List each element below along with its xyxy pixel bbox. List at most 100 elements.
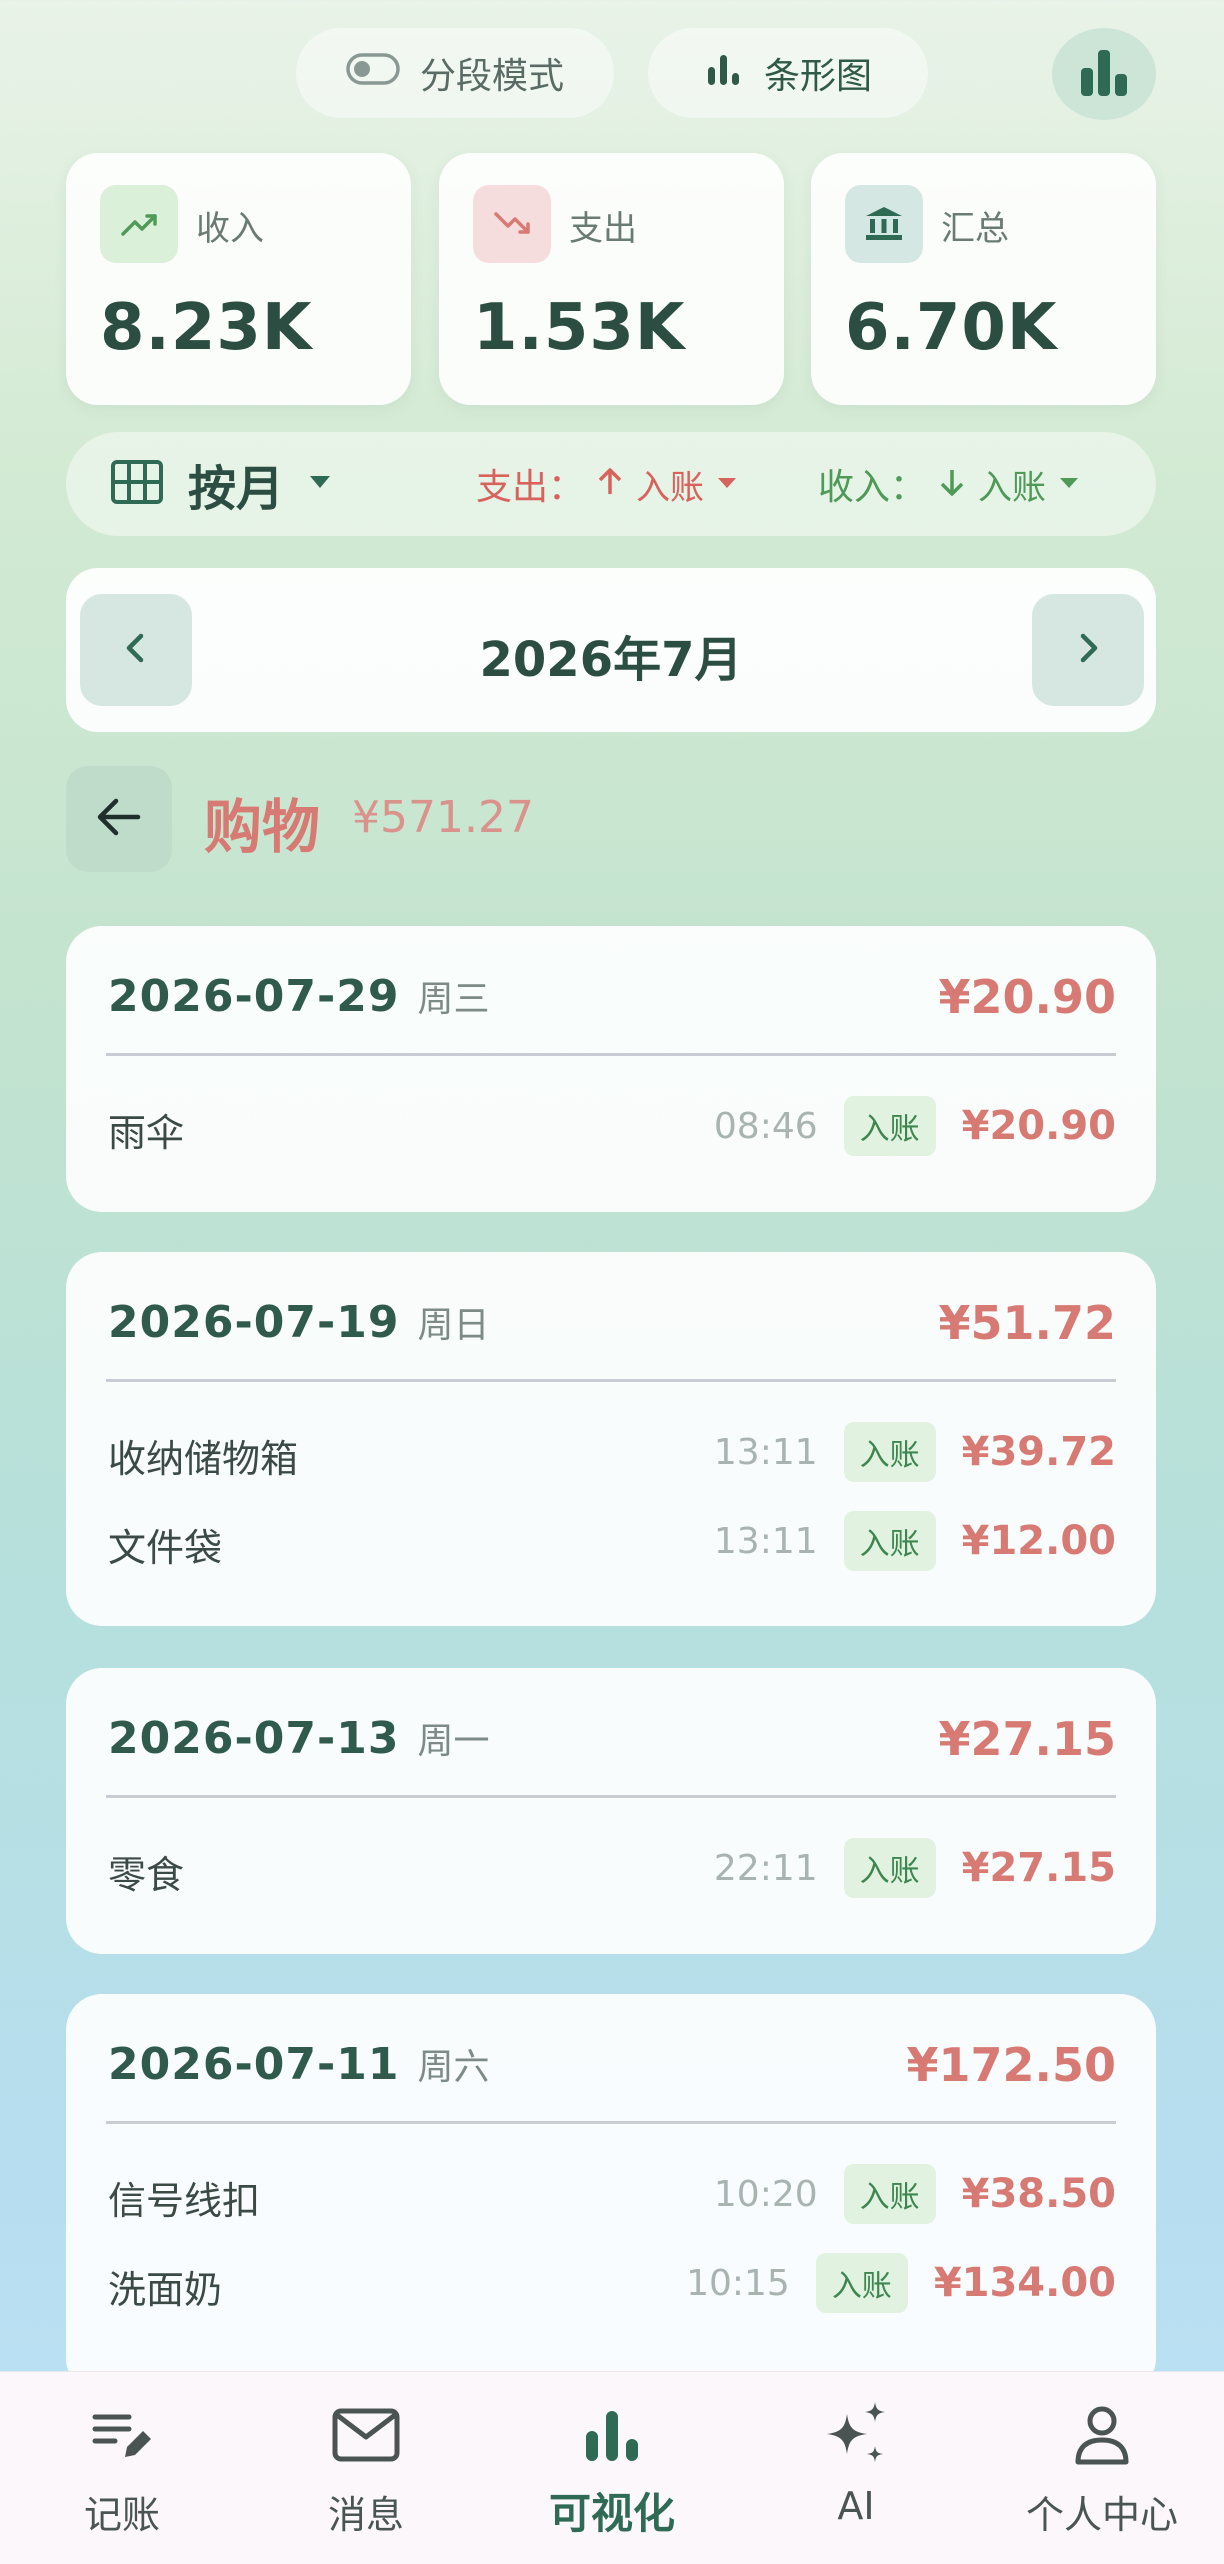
total-label: 汇总 [941, 209, 1009, 249]
income-filter-value: 入账 [978, 467, 1047, 508]
expense-filter[interactable]: 支出： 入账 [476, 454, 738, 514]
trending-down-icon [473, 185, 551, 263]
expense-card[interactable]: 支出 1.53K [439, 153, 784, 405]
day-card: 2026-07-19 周日 ¥51.72 收纳储物箱 13:11 入账 ¥39.7… [66, 1252, 1156, 1626]
transaction-name: 雨伞 [108, 1111, 185, 1155]
income-filter-label: 收入： [818, 467, 927, 508]
status-badge: 入账 [843, 1422, 936, 1482]
status-badge: 入账 [815, 2253, 908, 2313]
transaction-name: 信号线扣 [108, 2179, 261, 2223]
chart-view-button[interactable] [1052, 28, 1156, 120]
status-badge: 入账 [843, 2164, 936, 2224]
period-selector[interactable]: 按月 [110, 454, 332, 517]
nav-label: 个人中心 [1025, 2493, 1178, 2537]
filter-bar: 按月 支出： 入账 收入： 入账 [66, 432, 1156, 536]
grid-icon [110, 459, 164, 509]
nav-item-profile[interactable]: 个人中心 [980, 2372, 1224, 2564]
transaction-time: 13:11 [713, 1520, 818, 1562]
segment-mode-label: 分段模式 [419, 56, 564, 97]
transaction-row[interactable]: 信号线扣 10:20 入账 ¥38.50 [108, 2164, 1116, 2224]
expense-label: 支出 [569, 209, 637, 249]
nav-item-messages[interactable]: 消息 [244, 2372, 488, 2564]
trending-up-icon [100, 185, 178, 263]
mail-icon [331, 2400, 401, 2470]
back-button[interactable] [66, 766, 172, 872]
transaction-name: 零食 [108, 1853, 185, 1897]
transaction-row[interactable]: 收纳储物箱 13:11 入账 ¥39.72 [108, 1422, 1116, 1482]
transaction-amount: ¥20.90 [961, 1103, 1116, 1149]
transaction-row[interactable]: 零食 22:11 入账 ¥27.15 [108, 1838, 1116, 1898]
month-title: 2026年7月 [479, 632, 743, 688]
day-date: 2026-07-13 [108, 1713, 400, 1764]
chevron-right-icon [1073, 628, 1103, 672]
transaction-name: 收纳储物箱 [108, 1437, 299, 1481]
transaction-amount: ¥134.00 [933, 2260, 1116, 2306]
bottom-navigation: 记账 消息 可视化 AI 个人中心 [0, 2371, 1224, 2564]
day-weekday: 周一 [417, 1721, 490, 1762]
caret-down-icon [716, 475, 738, 494]
transaction-time: 08:46 [713, 1105, 818, 1147]
day-total: ¥172.50 [906, 2038, 1116, 2092]
edit-note-icon [89, 2400, 155, 2470]
transaction-amount: ¥38.50 [961, 2171, 1116, 2217]
nav-label: 可视化 [548, 2489, 675, 2538]
sparkle-icon [821, 2400, 891, 2470]
transaction-row[interactable]: 洗面奶 10:15 入账 ¥134.00 [108, 2253, 1116, 2313]
divider [106, 1795, 1116, 1798]
transaction-time: 10:15 [686, 2262, 790, 2304]
day-weekday: 周三 [417, 979, 490, 1020]
caret-down-icon [308, 474, 332, 494]
income-filter[interactable]: 收入： 入账 [818, 454, 1080, 514]
status-badge: 入账 [843, 1511, 936, 1571]
nav-label: 记账 [83, 2493, 160, 2537]
transaction-amount: ¥27.15 [961, 1845, 1116, 1891]
transaction-name: 文件袋 [108, 1526, 223, 1570]
transaction-time: 22:11 [713, 1847, 818, 1889]
total-card[interactable]: 汇总 6.70K [811, 153, 1156, 405]
month-navigator: 2026年7月 [66, 568, 1156, 732]
nav-label: 消息 [327, 2493, 404, 2537]
day-weekday: 周六 [417, 2047, 490, 2088]
bar-chart-icon [582, 2400, 642, 2470]
day-date: 2026-07-29 [108, 971, 400, 1022]
nav-item-ai[interactable]: AI [734, 2372, 978, 2564]
expense-filter-label: 支出： [476, 467, 585, 508]
income-label: 收入 [196, 209, 264, 249]
income-value: 8.23K [100, 291, 313, 365]
period-label: 按月 [188, 461, 285, 517]
bar-chart-icon [704, 49, 744, 98]
arrow-up-icon [596, 466, 624, 502]
nav-item-record[interactable]: 记账 [0, 2372, 244, 2564]
transaction-amount: ¥12.00 [961, 1518, 1116, 1564]
category-name: 购物 [204, 793, 321, 861]
transaction-time: 13:11 [713, 1431, 818, 1473]
divider [106, 1053, 1116, 1056]
transaction-row[interactable]: 雨伞 08:46 入账 ¥20.90 [108, 1096, 1116, 1156]
transaction-time: 10:20 [713, 2173, 818, 2215]
segment-mode-toggle[interactable]: 分段模式 [296, 28, 614, 118]
arrow-left-icon [94, 795, 144, 843]
nav-item-visualize[interactable]: 可视化 [490, 2372, 734, 2564]
divider [106, 1379, 1116, 1382]
income-card[interactable]: 收入 8.23K [66, 153, 411, 405]
day-weekday: 周日 [417, 1305, 490, 1346]
nav-label: AI [837, 2484, 875, 2528]
divider [106, 2121, 1116, 2124]
chart-type-button[interactable]: 条形图 [648, 28, 928, 118]
status-badge: 入账 [843, 1838, 936, 1898]
day-date: 2026-07-11 [108, 2039, 400, 2090]
expense-filter-value: 入账 [636, 467, 705, 508]
next-month-button[interactable] [1032, 594, 1144, 706]
transaction-row[interactable]: 文件袋 13:11 入账 ¥12.00 [108, 1511, 1116, 1571]
transaction-amount: ¥39.72 [961, 1429, 1116, 1475]
day-date: 2026-07-19 [108, 1297, 400, 1348]
chart-type-label: 条形图 [763, 56, 872, 97]
category-amount: ¥571.27 [352, 792, 534, 843]
bar-chart-icon [1077, 46, 1131, 102]
day-total: ¥51.72 [938, 1296, 1116, 1350]
status-badge: 入账 [843, 1096, 936, 1156]
transaction-name: 洗面奶 [108, 2268, 223, 2312]
day-card: 2026-07-13 周一 ¥27.15 零食 22:11 入账 ¥27.15 [66, 1668, 1156, 1954]
day-card: 2026-07-11 周六 ¥172.50 信号线扣 10:20 入账 ¥38.5… [66, 1994, 1156, 2394]
bank-icon [845, 185, 923, 263]
